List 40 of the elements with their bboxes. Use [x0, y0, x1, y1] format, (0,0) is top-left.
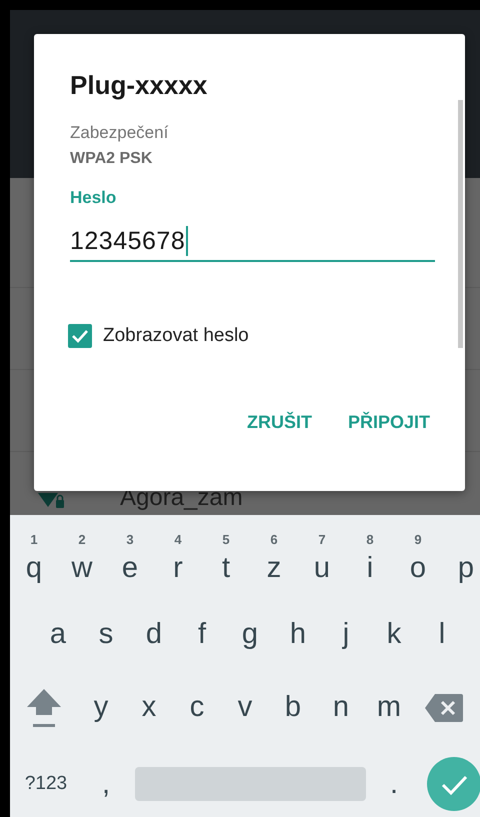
key[interactable]: g: [226, 604, 274, 664]
key[interactable]: 4 r: [154, 532, 202, 592]
wifi-lock-icon: [38, 491, 66, 509]
security-value: WPA2 PSK: [70, 150, 152, 168]
key[interactable]: y: [77, 678, 125, 738]
key[interactable]: c: [173, 678, 221, 738]
key[interactable]: m: [365, 678, 413, 738]
dialog-title: Plug-xxxxx: [70, 70, 208, 101]
key[interactable]: 1 q: [10, 532, 58, 592]
key[interactable]: 2 w: [58, 532, 106, 592]
security-label: Zabezpečení: [70, 123, 168, 143]
done-button[interactable]: [427, 757, 480, 811]
key[interactable]: x: [125, 678, 173, 738]
password-field[interactable]: 12345678: [70, 222, 435, 262]
key[interactable]: j: [322, 604, 370, 664]
key[interactable]: 3 e: [106, 532, 154, 592]
key[interactable]: ,: [82, 754, 130, 814]
checkbox-label: Zobrazovat heslo: [103, 325, 249, 347]
checkbox[interactable]: [68, 324, 92, 348]
backspace-icon[interactable]: [425, 694, 463, 722]
key[interactable]: n: [317, 678, 365, 738]
key[interactable]: l: [418, 604, 466, 664]
key[interactable]: 5 t: [202, 532, 250, 592]
key[interactable]: k: [370, 604, 418, 664]
key[interactable]: s: [82, 604, 130, 664]
key[interactable]: 7 u: [298, 532, 346, 592]
key[interactable]: 6 z: [250, 532, 298, 592]
key[interactable]: p: [442, 532, 480, 592]
key[interactable]: 9 o: [394, 532, 442, 592]
key[interactable]: f: [178, 604, 226, 664]
key[interactable]: v: [221, 678, 269, 738]
shift-icon[interactable]: [24, 686, 62, 728]
symbols-key[interactable]: ?123: [10, 754, 82, 814]
password-label: Heslo: [70, 188, 116, 208]
key[interactable]: b: [269, 678, 317, 738]
key[interactable]: .: [370, 754, 418, 814]
key[interactable]: d: [130, 604, 178, 664]
key[interactable]: h: [274, 604, 322, 664]
key[interactable]: a: [34, 604, 82, 664]
key[interactable]: 8 i: [346, 532, 394, 592]
